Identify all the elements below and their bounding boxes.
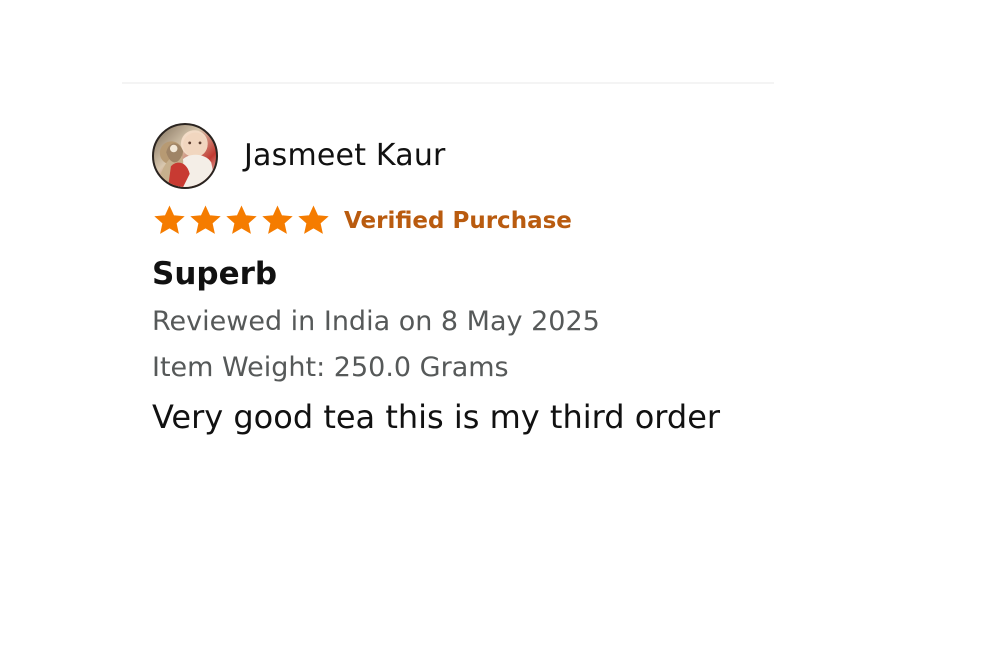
review-date: Reviewed in India on 8 May 2025 [152,305,600,337]
customer-review: Jasmeet Kaur Verified Purchase Superb Re… [152,122,792,437]
verified-purchase-badge: Verified Purchase [344,207,572,234]
star-icon [298,205,329,234]
star-rating[interactable] [152,204,331,238]
star-icon [226,205,257,234]
rating-and-verification: Verified Purchase [152,204,792,238]
product-variant: Item Weight: 250.0 Grams [152,352,509,384]
star-icon [154,205,185,234]
reviewer-name[interactable]: Jasmeet Kaur [244,141,446,171]
profile-photo-icon [157,132,216,187]
review-page: Jasmeet Kaur Verified Purchase Superb Re… [0,0,1000,650]
review-title[interactable]: Superb [152,256,792,293]
avatar[interactable] [152,123,218,189]
review-body: Very good tea this is my third order [152,398,721,437]
star-icon [262,205,293,234]
star-icon [190,205,221,234]
section-divider [122,82,774,84]
reviewer-profile[interactable]: Jasmeet Kaur [152,122,792,190]
